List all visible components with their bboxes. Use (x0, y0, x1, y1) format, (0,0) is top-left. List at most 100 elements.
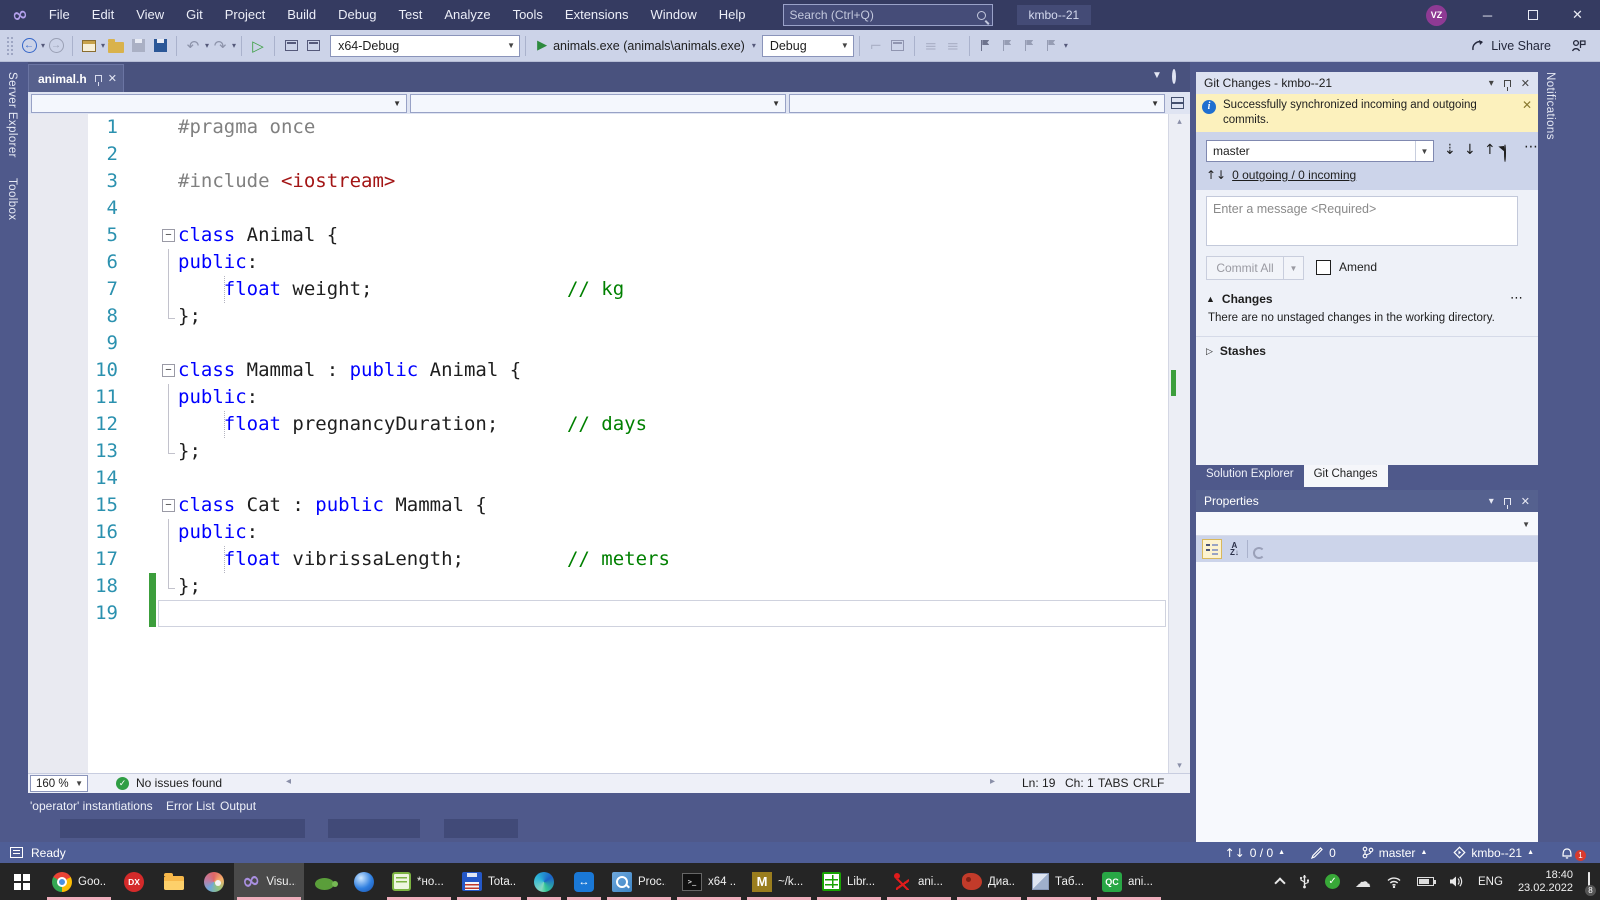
toolbar-overflow-dropdown[interactable]: ▾ (1064, 41, 1068, 50)
code-line-12[interactable]: 12 float pregnancyDuration; // days (28, 411, 1168, 438)
taskbar-app-visual-studio[interactable]: ∞Visu... (234, 863, 304, 900)
pin-icon[interactable] (95, 75, 102, 82)
menu-item-debug[interactable]: Debug (327, 0, 387, 30)
maximize-button[interactable] (1510, 0, 1555, 30)
code-line-10[interactable]: 10−class Mammal : public Animal { (28, 357, 1168, 384)
tab-error-list[interactable]: Error List (166, 799, 215, 813)
menu-item-window[interactable]: Window (640, 0, 708, 30)
open-file-button[interactable] (106, 35, 126, 57)
scroll-down-icon[interactable]: ▾ (1169, 760, 1190, 771)
vertical-scrollbar[interactable]: ▴ ▾ (1168, 114, 1190, 773)
taskbar-app-mobaxterm[interactable]: M~/k... (744, 863, 814, 900)
member-dropdown[interactable]: ▼ (789, 94, 1165, 113)
side-tab-server-explorer[interactable]: Server Explorer (0, 62, 24, 168)
configuration-combobox[interactable]: x64-Debug▼ (330, 35, 520, 57)
action-center-button[interactable]: 8 (1588, 873, 1590, 891)
clear-bookmarks-button[interactable] (1042, 35, 1062, 57)
stashes-section-header[interactable]: ▷ Stashes (1206, 344, 1266, 358)
expand-icon[interactable]: ▷ (1206, 346, 1213, 357)
hscroll-left-icon[interactable]: ◂ (286, 776, 291, 787)
taskbar-app-diagram-app[interactable]: Диа... (954, 863, 1024, 900)
code-line-6[interactable]: 6public: (28, 249, 1168, 276)
code-line-3[interactable]: 3#include <iostream> (28, 168, 1168, 195)
collapse-icon[interactable]: ▲ (1206, 294, 1215, 304)
code-line-11[interactable]: 11public: (28, 384, 1168, 411)
language-indicator[interactable]: ENG (1478, 876, 1503, 888)
git-more-actions-icon[interactable]: ⋯ (1524, 138, 1539, 155)
p-pin-icon[interactable] (1504, 498, 1511, 505)
taskbar-app-dx-app[interactable]: DX (114, 863, 154, 900)
issues-status[interactable]: No issues found (136, 776, 222, 790)
project-dropdown[interactable]: ▼ (31, 94, 407, 113)
code-line-1[interactable]: 1#pragma once (28, 114, 1168, 141)
menu-item-extensions[interactable]: Extensions (554, 0, 640, 30)
column-indicator[interactable]: Ch: 1 (1065, 776, 1094, 790)
code-line-2[interactable]: 2 (28, 141, 1168, 168)
health-check-icon[interactable]: ✓ (116, 777, 129, 790)
scroll-up-icon[interactable]: ▴ (1169, 116, 1190, 127)
menu-item-file[interactable]: File (38, 0, 81, 30)
redo-dropdown[interactable]: ▾ (232, 41, 236, 50)
feedback-icon[interactable] (1571, 39, 1586, 53)
antivirus-check-icon[interactable]: ✓ (1325, 874, 1340, 889)
usb-icon[interactable] (1299, 874, 1310, 889)
p-close-icon[interactable]: ✕ (1521, 495, 1530, 508)
eol-indicator[interactable]: CRLF (1133, 776, 1164, 790)
code-line-18[interactable]: 18}; (28, 573, 1168, 600)
menu-item-view[interactable]: View (125, 0, 175, 30)
fold-marker-icon[interactable]: − (162, 364, 175, 377)
taskbar-app-browser-orb[interactable] (344, 863, 384, 900)
dismiss-notification-icon[interactable]: ✕ (1522, 98, 1532, 128)
start-without-debugging-button[interactable]: ▷ (248, 35, 268, 57)
fold-marker-icon[interactable]: − (162, 229, 175, 242)
home-window-button[interactable] (303, 35, 323, 57)
taskbar-app-terminal-x64[interactable]: >_x64 ... (674, 863, 744, 900)
zoom-level-combobox[interactable]: 160 %▼ (30, 775, 88, 792)
new-project-button[interactable] (79, 35, 99, 57)
redo-button[interactable]: ↷ (210, 35, 230, 57)
split-window-icon[interactable] (1171, 97, 1184, 109)
taskbar-app-table-app[interactable]: Таб... (1024, 863, 1094, 900)
notifications-tab[interactable]: Notifications (1538, 62, 1562, 150)
save-button[interactable] (128, 35, 148, 57)
wifi-icon[interactable] (1386, 876, 1402, 888)
taskbar-app-edge[interactable] (524, 863, 564, 900)
code-line-14[interactable]: 14 (28, 465, 1168, 492)
tool-tab-shape[interactable] (444, 819, 518, 838)
code-line-13[interactable]: 13}; (28, 438, 1168, 465)
run-button[interactable]: ▶ animals.exe (animals\animals.exe) ▾ (537, 38, 756, 53)
taskbar-app-notepad-plus[interactable]: *но... (384, 863, 454, 900)
sync-status-link[interactable]: 0 outgoing / 0 incoming (1232, 168, 1356, 182)
taskbar-app-process-explorer[interactable]: Proc... (604, 863, 674, 900)
properties-header[interactable]: Properties ▾ ✕ (1196, 490, 1538, 512)
battery-icon[interactable] (1417, 877, 1434, 886)
changes-section-header[interactable]: ▲ Changes (1206, 292, 1273, 306)
taskbar-app-teamviewer[interactable]: ↔ (564, 863, 604, 900)
close-tab-icon[interactable]: ✕ (108, 72, 117, 85)
code-line-7[interactable]: 7 float weight; // kg (28, 276, 1168, 303)
taskbar-app-file-explorer[interactable] (154, 863, 194, 900)
toolbar-grip[interactable] (6, 36, 14, 56)
live-share-button[interactable]: Live Share (1491, 39, 1551, 53)
menu-item-tools[interactable]: Tools (502, 0, 554, 30)
taskbar-app-paint[interactable] (194, 863, 234, 900)
notifications-bell-button[interactable]: 1 (1560, 844, 1586, 861)
code-line-17[interactable]: 17 float vibrissaLength; // meters (28, 546, 1168, 573)
window-position-dropdown-icon[interactable]: ▾ (1489, 78, 1494, 89)
clock[interactable]: 18:40 23.02.2022 (1518, 869, 1573, 895)
avatar[interactable]: VZ (1426, 5, 1447, 26)
menu-item-project[interactable]: Project (214, 0, 276, 30)
taskbar-app-tortoise[interactable] (304, 863, 344, 900)
fold-marker-icon[interactable]: − (162, 499, 175, 512)
changes-more-icon[interactable]: ⋯ (1510, 290, 1524, 306)
sync-commits-button[interactable]: ↑↓0 / 0▲ (1225, 846, 1285, 860)
toggle-bookmark-button[interactable] (976, 35, 996, 57)
search-input[interactable]: Search (Ctrl+Q) (783, 4, 993, 26)
tab-list-dropdown[interactable]: ▼ (1152, 70, 1162, 81)
menu-item-test[interactable]: Test (387, 0, 433, 30)
tray-expand-chevron-icon[interactable] (1274, 877, 1285, 888)
start-button[interactable] (0, 863, 44, 900)
code-line-19[interactable]: 19 (28, 600, 1168, 627)
menu-item-build[interactable]: Build (276, 0, 327, 30)
code-line-9[interactable]: 9 (28, 330, 1168, 357)
